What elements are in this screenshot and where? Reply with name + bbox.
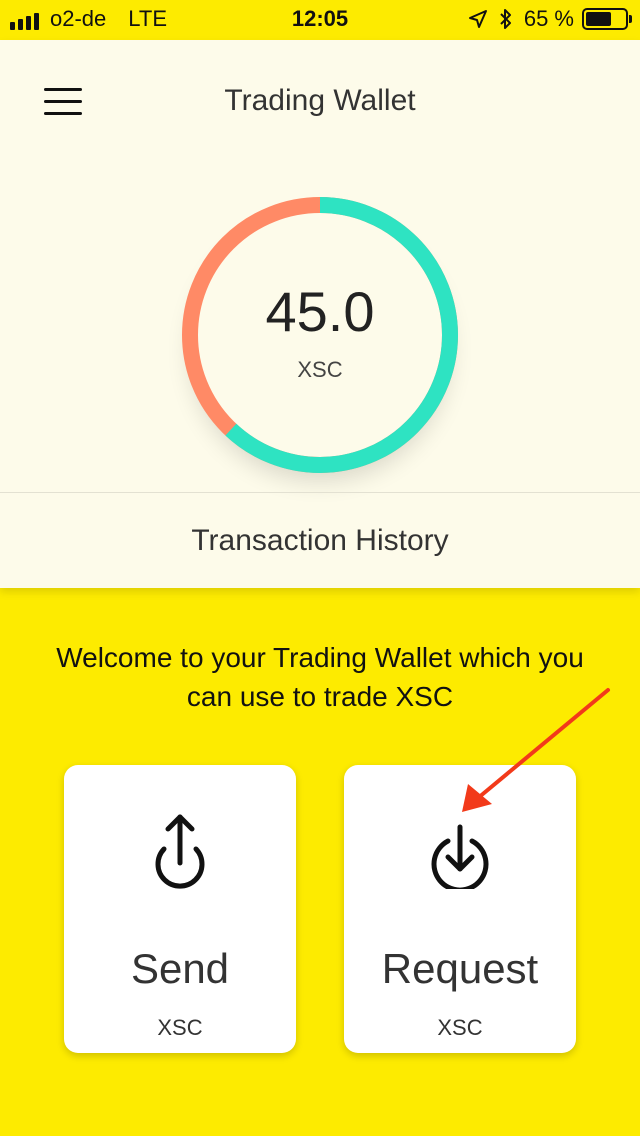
send-unit: XSC — [157, 1015, 203, 1040]
balance-value: 45.0 — [265, 280, 375, 343]
request-label: Request — [381, 945, 539, 992]
battery-percent: 65 % — [523, 6, 574, 31]
balance-gauge: 45.0 XSC — [170, 185, 470, 485]
request-unit: XSC — [437, 1015, 483, 1040]
battery-fill — [586, 12, 611, 26]
welcome-text: Welcome to your Trading Wallet which you… — [56, 642, 584, 712]
status-bar: o2-de LTE 12:05 65 % — [0, 0, 640, 40]
balance-unit: XSC — [297, 357, 343, 382]
location-arrow-icon — [468, 10, 487, 28]
upload-arrow-icon — [155, 814, 205, 889]
send-button[interactable]: Send XSC — [64, 765, 296, 1053]
send-label: Send — [130, 945, 230, 992]
wallet-header-card: Trading Wallet 45.0 XSC Transaction Hist… — [0, 40, 640, 588]
request-button[interactable]: Request XSC — [344, 765, 576, 1053]
page-title: Trading Wallet — [224, 84, 416, 117]
status-right: 65 % — [468, 6, 632, 32]
transaction-history-button[interactable]: Transaction History — [0, 493, 640, 588]
download-arrow-icon — [431, 824, 489, 889]
bluetooth-icon — [500, 9, 511, 29]
battery-icon — [582, 8, 632, 30]
